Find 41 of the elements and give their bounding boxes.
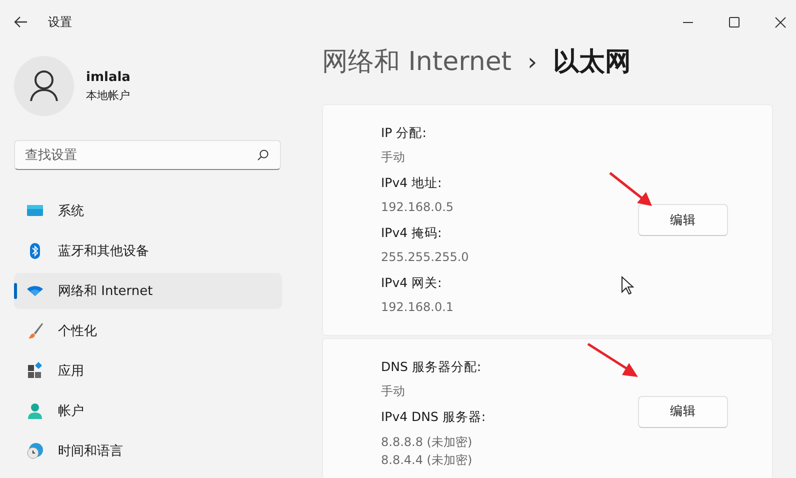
back-arrow-icon[interactable] [14,16,28,28]
close-icon[interactable] [775,16,786,28]
field-value: 手动 [381,149,405,166]
avatar-icon [14,56,74,116]
sidebar-item[interactable]: 时间和语言 [14,433,282,469]
sidebar-item[interactable]: 帐户 [14,393,282,429]
field-value: 255.255.255.0 [381,249,469,266]
sidebar-item[interactable]: 网络和 Internet [14,273,282,309]
account-type: 本地帐户 [86,88,130,102]
annotation-arrow [587,343,639,379]
field-label: IPv4 网关: [381,274,442,292]
mouse-cursor-icon [621,276,634,295]
sidebar-item[interactable]: 蓝牙和其他设备 [14,233,282,269]
sidebar-item[interactable]: 个性化 [14,313,282,349]
search-field[interactable]: 查找设置 [14,140,281,170]
apps-icon [26,362,44,380]
maximize-icon[interactable] [729,16,740,28]
field-value: 8.8.4.4 (未加密) [381,452,472,469]
window-title: 设置 [48,14,72,30]
search-icon [257,149,269,161]
sidebar-item[interactable]: 系统 [14,193,282,229]
field-label: IPv4 地址: [381,174,442,192]
field-value: 192.168.0.5 [381,199,454,216]
brush-icon [26,322,44,340]
field-label: IP 分配: [381,124,426,142]
person-icon [26,402,44,420]
edit-button[interactable]: 编辑 [638,396,728,428]
field-label: IPv4 掩码: [381,224,442,242]
field-label: DNS 服务器分配: [381,358,482,376]
annotation-arrow [609,172,653,208]
account-name: imlala [86,70,130,84]
page-title: 以太网 [553,46,632,79]
field-value: 192.168.0.1 [381,299,454,316]
breadcrumb-separator: › [528,48,538,76]
sidebar-item[interactable]: 应用 [14,353,282,389]
field-value: 8.8.8.8 (未加密) [381,434,472,451]
field-label: IPv4 DNS 服务器: [381,408,486,426]
edit-button[interactable]: 编辑 [638,204,728,236]
breadcrumb-link[interactable]: 网络和 Internet [322,44,512,79]
field-value: 手动 [381,383,405,400]
clock-icon [26,442,44,460]
